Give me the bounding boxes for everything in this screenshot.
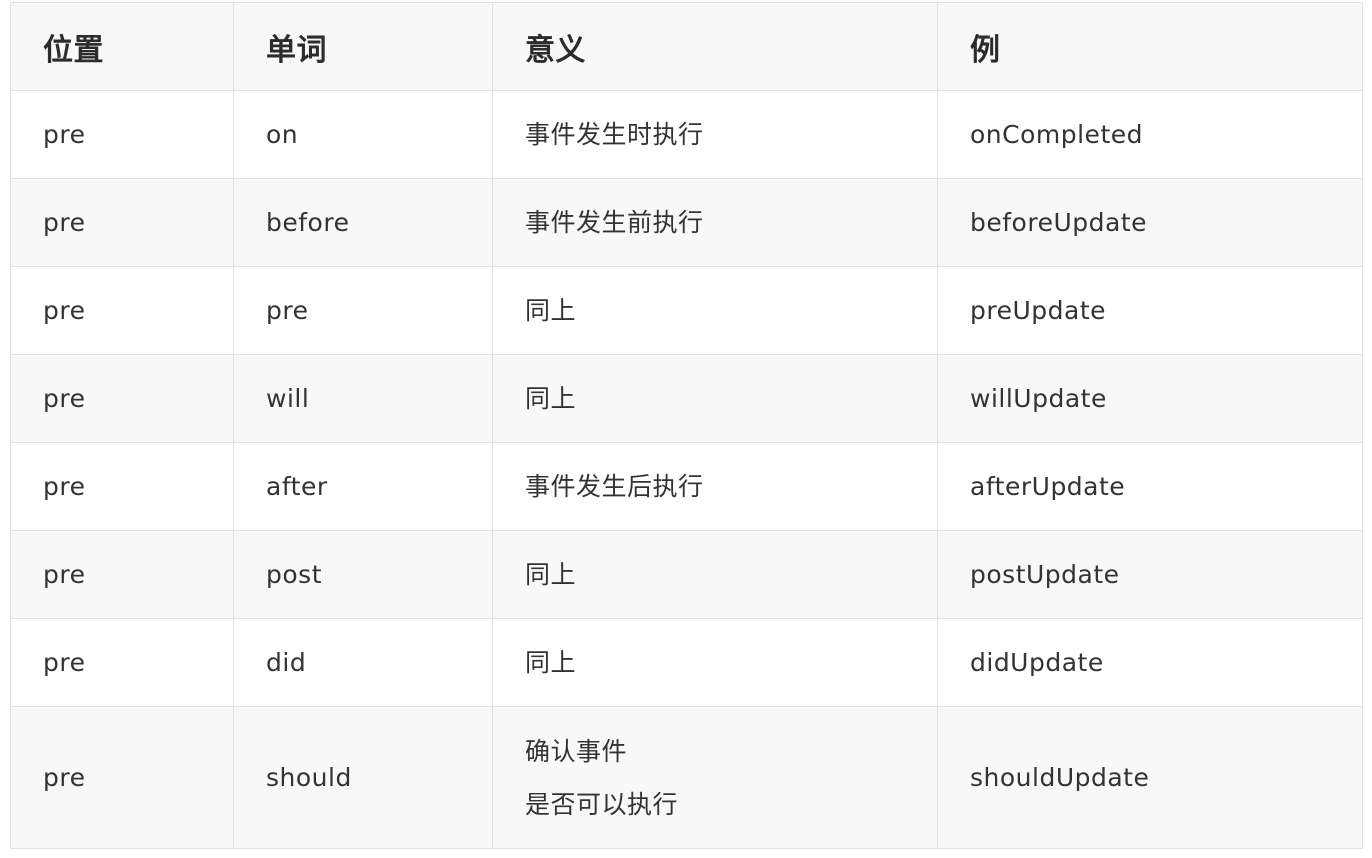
meaning-line: 确认事件 (525, 736, 628, 766)
cell-example: beforeUpdate (937, 178, 1363, 267)
meaning-line: 同上 (525, 296, 577, 325)
cell-position: pre (10, 266, 234, 355)
cell-meaning: 事件发生前执行 (492, 178, 938, 267)
cell-example: postUpdate (937, 530, 1363, 619)
table-body: pre on 事件发生时执行 onCompleted pre before 事件发生前执行 b… (10, 90, 1363, 849)
cell-example: afterUpdate (937, 442, 1363, 531)
cell-word: will (233, 354, 493, 443)
cell-meaning: 同上 (492, 530, 938, 619)
meaning-line: 是否可以执行 (525, 789, 679, 819)
cell-meaning: 同上 (492, 618, 938, 707)
header-position: 位置 (10, 2, 234, 91)
cell-word: before (233, 178, 493, 267)
header-word: 单词 (233, 2, 493, 91)
cell-example: shouldUpdate (937, 706, 1363, 849)
cell-position: pre (10, 618, 234, 707)
meaning-line: 事件发生前执行 (525, 208, 704, 237)
cell-position: pre (10, 90, 234, 179)
cell-example: willUpdate (937, 354, 1363, 443)
table-row: pre pre 同上 preUpdate (10, 266, 1363, 355)
cell-word: should (233, 706, 493, 849)
header-row: 位置 单词 意义 例 (10, 2, 1363, 91)
cell-meaning: 事件发生时执行 (492, 90, 938, 179)
table-row: pre after 事件发生后执行 afterUpdate (10, 442, 1363, 531)
naming-table: 位置 单词 意义 例 pre on 事件发生时执行 onCompleted pre bef… (10, 2, 1363, 849)
cell-position: pre (10, 706, 234, 849)
cell-meaning: 确认事件是否可以执行 (492, 706, 938, 849)
cell-word: did (233, 618, 493, 707)
header-meaning: 意义 (492, 2, 938, 91)
cell-example: onCompleted (937, 90, 1363, 179)
table-row: pre did 同上 didUpdate (10, 618, 1363, 707)
cell-meaning: 事件发生后执行 (492, 442, 938, 531)
table-row: pre on 事件发生时执行 onCompleted (10, 90, 1363, 179)
cell-position: pre (10, 354, 234, 443)
cell-word: after (233, 442, 493, 531)
table-row: pre post 同上 postUpdate (10, 530, 1363, 619)
cell-word: pre (233, 266, 493, 355)
cell-meaning: 同上 (492, 266, 938, 355)
meaning-line: 同上 (525, 384, 577, 413)
meaning-line: 事件发生时执行 (525, 120, 704, 149)
cell-example: preUpdate (937, 266, 1363, 355)
cell-example: didUpdate (937, 618, 1363, 707)
meaning-line: 同上 (525, 648, 577, 677)
cell-meaning: 同上 (492, 354, 938, 443)
meaning-line: 同上 (525, 560, 577, 589)
table-header: 位置 单词 意义 例 (10, 2, 1363, 91)
table-row: pre before 事件发生前执行 beforeUpdate (10, 178, 1363, 267)
cell-position: pre (10, 178, 234, 267)
table-row: pre will 同上 willUpdate (10, 354, 1363, 443)
header-example: 例 (937, 2, 1363, 91)
cell-position: pre (10, 442, 234, 531)
table-row: pre should 确认事件 是否可以执行 shouldUpdate (10, 706, 1363, 849)
cell-position: pre (10, 530, 234, 619)
naming-table-container: 位置 单词 意义 例 pre on 事件发生时执行 onCompleted pre bef… (10, 2, 1363, 849)
cell-word: on (233, 90, 493, 179)
cell-word: post (233, 530, 493, 619)
meaning-line: 事件发生后执行 (525, 472, 704, 501)
